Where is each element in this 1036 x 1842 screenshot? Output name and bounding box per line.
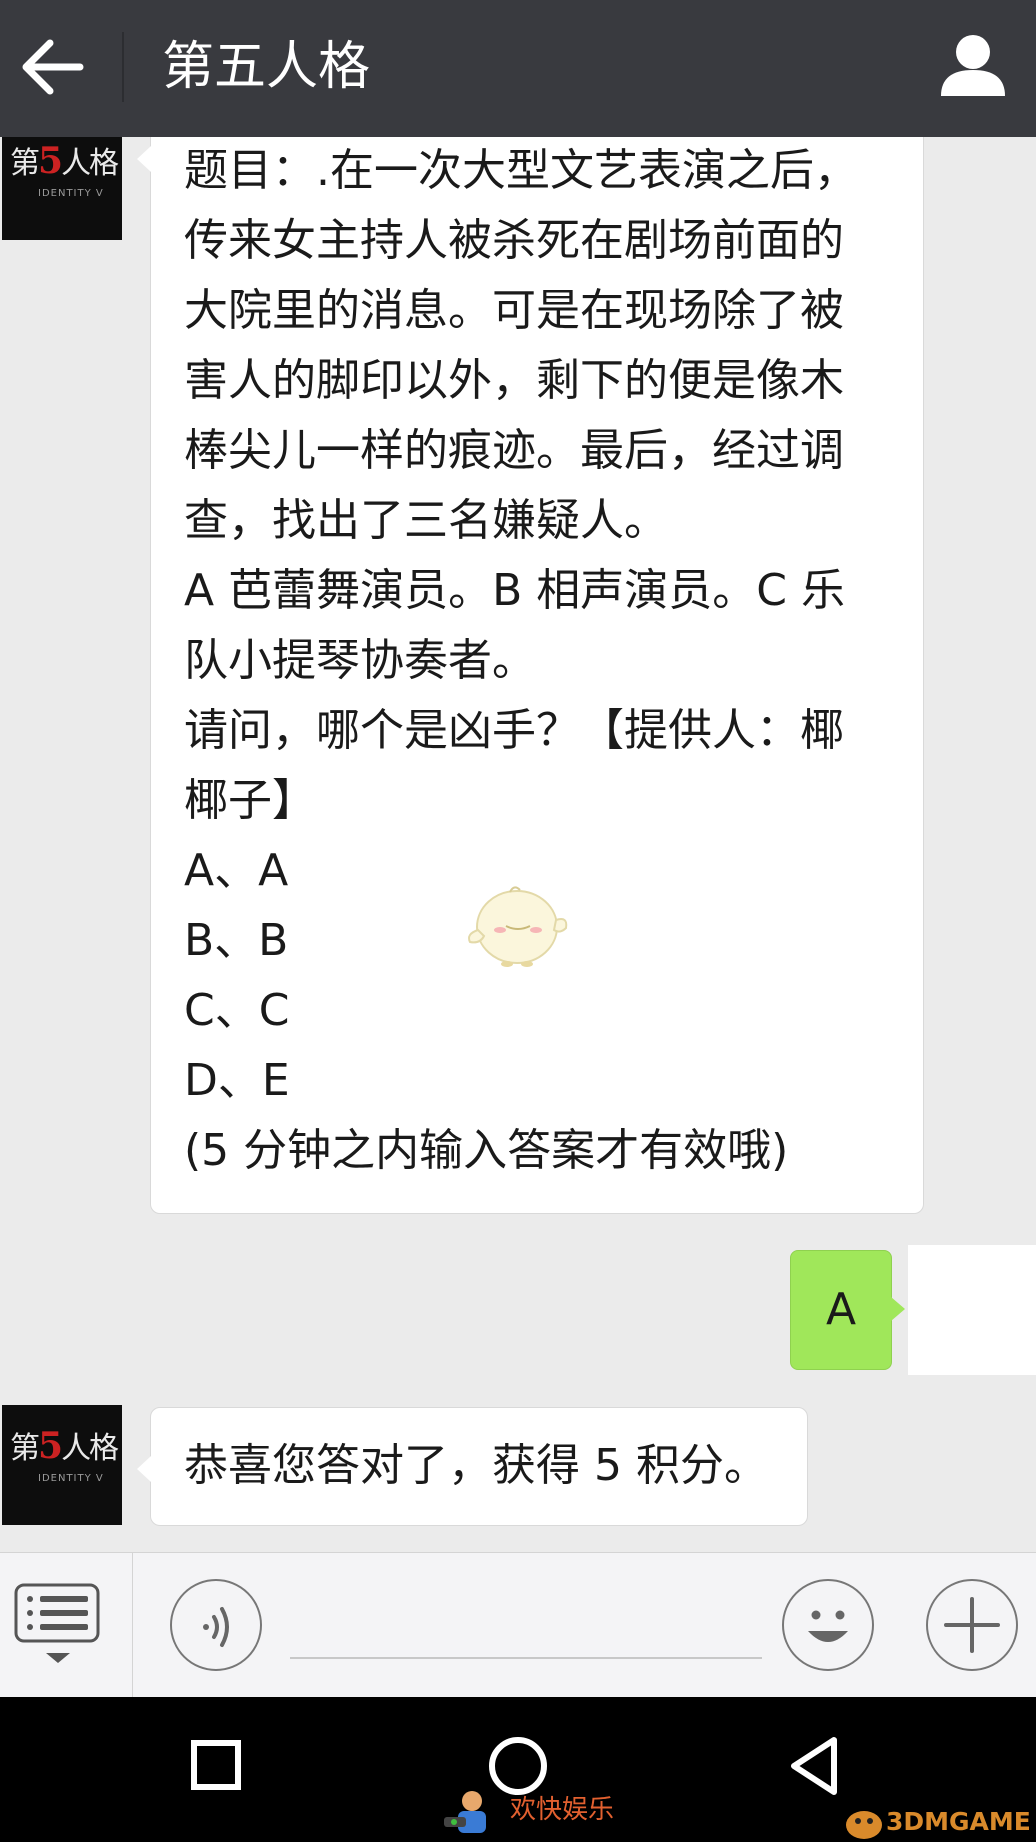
message-input-bar xyxy=(0,1552,1036,1698)
system-nav-bar: 欢快娱乐 3DMGAME xyxy=(0,1697,1036,1842)
chat-header: 第五人格 xyxy=(0,0,1036,137)
chick-sticker-icon xyxy=(468,886,568,967)
question-line: (5 分钟之内输入答案才有效哦) xyxy=(184,1125,789,1176)
watermark-text: 欢快娱乐 xyxy=(510,1795,615,1825)
avatar-logo: 第5人格 xyxy=(10,1425,119,1467)
profile-button[interactable] xyxy=(938,30,1008,100)
watermark-figure-icon xyxy=(444,1791,486,1833)
question-text: 题目：.在一次大型文艺表演之后， 传来女主持人被杀死在剧场前面的 大院里的消息。可是… xyxy=(184,137,858,1186)
contact-avatar[interactable]: 第5人格 IDENTITY V xyxy=(2,1405,122,1525)
recents-button[interactable] xyxy=(172,1721,262,1811)
outgoing-message-bubble[interactable]: A xyxy=(790,1250,905,1370)
voice-button[interactable] xyxy=(170,1579,262,1671)
reply-text: 恭喜您答对了，获得 5 积分。 xyxy=(184,1440,768,1491)
menu-toggle-button[interactable] xyxy=(0,1553,133,1698)
contact-avatar[interactable]: 第5人格 IDENTITY V xyxy=(2,137,122,240)
question-line: 题目：.在一次大型文艺表演之后， xyxy=(184,145,858,196)
back-nav-button[interactable] xyxy=(770,1721,860,1811)
question-line: 椰子】 xyxy=(184,775,316,826)
question-line: 队小提琴协奏者。 xyxy=(184,635,536,686)
question-line: C、C xyxy=(184,985,290,1036)
person-icon xyxy=(941,35,1005,96)
triangle-back-icon xyxy=(791,1737,837,1795)
avatar-logo: 第5人格 xyxy=(10,140,119,182)
chat-title: 第五人格 xyxy=(162,37,371,97)
more-button[interactable] xyxy=(926,1579,1018,1671)
message-input[interactable] xyxy=(290,1593,762,1659)
smiley-icon xyxy=(808,1610,848,1642)
question-line: 棒尖儿一样的痕迹。最后，经过调 xyxy=(184,425,844,476)
arrow-left-icon xyxy=(22,39,84,95)
watermark-logo-icon xyxy=(846,1811,882,1839)
incoming-message-bubble[interactable]: 题目：.在一次大型文艺表演之后， 传来女主持人被杀死在剧场前面的 大院里的消息。可是… xyxy=(137,137,924,1214)
emoji-button[interactable] xyxy=(782,1579,874,1671)
question-line: 传来女主持人被杀死在剧场前面的 xyxy=(184,215,844,266)
back-button[interactable] xyxy=(18,32,88,102)
watermark-text: 3DMGAME xyxy=(886,1807,1031,1836)
voice-wave-icon xyxy=(203,1607,229,1647)
question-line: D、E xyxy=(184,1055,290,1106)
question-line: 大院里的消息。可是在现场除了被 xyxy=(184,285,844,336)
incoming-message-bubble[interactable]: 恭喜您答对了，获得 5 积分。 xyxy=(137,1407,808,1526)
square-icon xyxy=(191,1740,241,1790)
header-divider xyxy=(122,32,124,102)
avatar-logo-subtitle: IDENTITY V xyxy=(38,188,104,199)
avatar-logo-subtitle: IDENTITY V xyxy=(38,1473,104,1484)
question-line: 请问，哪个是凶手？【提供人：椰 xyxy=(184,705,844,756)
question-line: 查，找出了三名嫌疑人。 xyxy=(184,495,668,546)
question-line: 害人的脚印以外，剩下的便是像木 xyxy=(184,355,844,406)
chat-area[interactable]: 第5人格 IDENTITY V 题目：.在一次大型文艺表演之后， 传来女主持人被杀… xyxy=(0,137,1036,1552)
my-avatar[interactable] xyxy=(908,1245,1036,1375)
keyboard-menu-icon xyxy=(14,1583,100,1663)
plus-icon xyxy=(944,1597,1000,1653)
question-line: A 芭蕾舞演员。B 相声演员。C 乐 xyxy=(184,565,845,616)
